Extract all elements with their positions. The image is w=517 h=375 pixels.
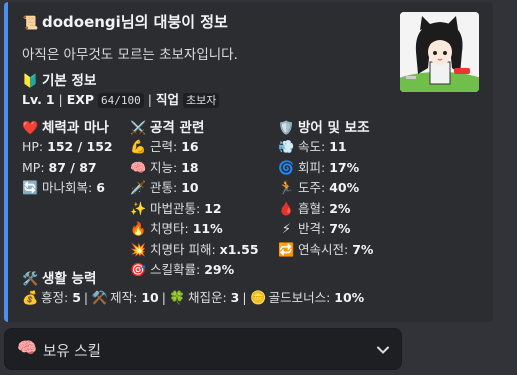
mp-line: MP: 87 / 87 bbox=[22, 159, 97, 175]
stat-value: x1.55 bbox=[219, 241, 259, 257]
stat-row: ✨ 마법관통: 12 bbox=[130, 199, 259, 220]
hammer-pick-icon: ⚒️ bbox=[91, 291, 108, 306]
field-attack-title: ⚔️ 공격 관련 bbox=[130, 120, 205, 136]
stat-label: 관통: bbox=[150, 180, 178, 195]
field-basic-title: 🔰 기본 정보 bbox=[22, 73, 97, 89]
stat-label: 치명타: bbox=[150, 221, 189, 236]
life-skill-line: 💰 흥정: 5 | ⚒️ 제작: 10 | 🍀 채집운: 3 | 🪙 골드보너스: 10% bbox=[22, 288, 370, 309]
skill-select-placeholder: 보유 스킬 bbox=[43, 344, 101, 360]
stat-value: 11% bbox=[192, 221, 223, 236]
separator: | bbox=[242, 290, 247, 305]
stat-label: 마법관통: bbox=[150, 200, 201, 216]
defense-stat-list: 💨 속도: 11 🌀 회피: 17% 🏃 도주: 40% 🩸 흡혈: 2% ⚡ 반격: 7% 🔁 연속… bbox=[278, 137, 373, 260]
field-defense-title: 🛡️ 방어 및 보조 bbox=[278, 120, 370, 136]
job-value: 초보자 bbox=[182, 93, 220, 108]
life-field: 🛠️ 생활 능력 💰 흥정: 5 | ⚒️ 제작: 10 | 🍀 채집운: 3 | 🪙 골드보너스: … bbox=[22, 267, 370, 309]
field-hp-title: ❤️ 체력과 마나 bbox=[22, 120, 109, 136]
life-skill-value: 10% bbox=[334, 290, 365, 305]
attack-field: ⚔️ 공격 관련 💪 근력: 16 🧠 지능: 18 🗡️ 관통: 10 ✨ 마법관통: 12 🔥… bbox=[130, 116, 259, 281]
stat-row: 🧠 지능: 18 bbox=[130, 158, 259, 179]
stat-value: 11 bbox=[329, 139, 347, 154]
life-skill-label: 제작: bbox=[110, 290, 138, 305]
stat-row: ⚡ 반격: 7% bbox=[278, 219, 373, 240]
chevron-down-icon[interactable] bbox=[375, 342, 391, 358]
stat-label: 회피: bbox=[298, 159, 326, 175]
coin-icon: 🪙 bbox=[249, 291, 267, 306]
mana-regen-line: 🔄 마나회복: 6 bbox=[22, 178, 113, 199]
stat-row: 💪 근력: 16 bbox=[130, 137, 259, 158]
stat-value: 12 bbox=[204, 200, 222, 216]
shield-icon: 🛡️ bbox=[278, 121, 295, 136]
stat-value: 7% bbox=[352, 241, 374, 257]
fire-icon: 🔥 bbox=[130, 222, 147, 237]
life-skill-value: 3 bbox=[230, 290, 240, 305]
attack-stat-list: 💪 근력: 16 🧠 지능: 18 🗡️ 관통: 10 ✨ 마법관통: 12 🔥 치명타: 11%… bbox=[130, 137, 259, 281]
stat-value: 17% bbox=[329, 159, 360, 175]
stat-row: 🔥 치명타: 11% bbox=[130, 219, 259, 240]
cyclone-icon: 🌀 bbox=[278, 160, 295, 176]
clover-icon: 🍀 bbox=[169, 291, 186, 306]
tools-icon: 🛠️ bbox=[22, 272, 39, 287]
life-skill-value: 10 bbox=[141, 290, 159, 305]
stat-value: 7% bbox=[329, 221, 351, 236]
stat-row: 🌀 회피: 17% bbox=[278, 158, 373, 179]
stat-row: 💨 속도: 11 bbox=[278, 137, 373, 158]
repeat-icon: 🔁 bbox=[278, 242, 295, 258]
stat-label: 속도: bbox=[298, 139, 326, 154]
basic-info-field: 🔰 기본 정보 Lv. 1 | EXP 64/100 | 직업 초보자 bbox=[22, 69, 220, 111]
separator: | bbox=[83, 290, 89, 305]
stat-label: 치명타 피해: bbox=[150, 241, 216, 257]
stat-label: 연속시전: bbox=[298, 241, 349, 257]
basic-info-line: Lv. 1 | EXP 64/100 | 직업 초보자 bbox=[22, 90, 220, 111]
defense-field: 🛡️ 방어 및 보조 💨 속도: 11 🌀 회피: 17% 🏃 도주: 40% 🩸 흡혈: 2%… bbox=[278, 116, 373, 260]
hp-line: HP: 152 / 152 bbox=[22, 139, 113, 154]
scroll-icon: 📜 bbox=[22, 16, 39, 31]
field-life-title: 🛠️ 생활 능력 bbox=[22, 271, 97, 287]
money-bag-icon: 💰 bbox=[22, 291, 39, 306]
hp-mp-field: ❤️ 체력과 마나 HP: 152 / 152 MP: 87 / 87 🔄 마나회복… bbox=[22, 116, 113, 199]
crossed-swords-icon: ⚔️ bbox=[130, 121, 147, 136]
skill-select-menu[interactable]: 🧠 보유 스킬 bbox=[4, 328, 402, 370]
refresh-icon: 🔄 bbox=[22, 181, 39, 196]
stat-value: 10 bbox=[181, 180, 199, 195]
exp-value: 64/100 bbox=[98, 93, 144, 108]
stat-value: 2% bbox=[329, 200, 351, 216]
stat-label: 흡혈: bbox=[298, 200, 326, 216]
heart-icon: ❤️ bbox=[22, 121, 39, 136]
dagger-icon: 🗡️ bbox=[130, 181, 147, 196]
muscle-icon: 💪 bbox=[130, 140, 147, 155]
avatar-image bbox=[400, 12, 479, 92]
life-skill-label: 흥정: bbox=[41, 290, 69, 305]
dash-icon: 💨 bbox=[278, 140, 295, 155]
stat-row: 💥 치명타 피해: x1.55 bbox=[130, 240, 259, 261]
stat-row: 🗡️ 관통: 10 bbox=[130, 178, 259, 199]
explosion-icon: 💥 bbox=[130, 242, 147, 258]
blood-drop-icon: 🩸 bbox=[278, 201, 295, 217]
stat-value: 40% bbox=[329, 180, 360, 195]
life-skill-label: 채집운: bbox=[187, 290, 227, 305]
stat-row: 🩸 흡혈: 2% bbox=[278, 199, 373, 220]
life-skill-value: 5 bbox=[72, 290, 81, 305]
stat-label: 근력: bbox=[150, 139, 178, 154]
embed-title: 📜 dodoengi님의 대붕이 정보 bbox=[22, 13, 228, 31]
stat-row: 🔁 연속시전: 7% bbox=[278, 240, 373, 261]
profile-embed: 📜 dodoengi님의 대붕이 정보 아직은 아무것도 모르는 초보자입니다. … bbox=[4, 2, 493, 322]
stat-value: 16 bbox=[181, 139, 199, 154]
life-skill-label: 골드보너스: bbox=[268, 290, 331, 305]
stat-label: 반격: bbox=[298, 221, 326, 236]
character-thumbnail bbox=[400, 12, 479, 92]
runner-icon: 🏃 bbox=[278, 181, 295, 196]
brain-icon: 🧠 bbox=[17, 338, 37, 357]
beginner-icon: 🔰 bbox=[22, 74, 39, 89]
stat-row: 🏃 도주: 40% bbox=[278, 178, 373, 199]
stat-value: 18 bbox=[181, 159, 199, 175]
embed-description: 아직은 아무것도 모르는 초보자입니다. bbox=[22, 47, 238, 63]
brain-icon: 🧠 bbox=[130, 160, 147, 176]
lightning-icon: ⚡ bbox=[281, 222, 292, 237]
stat-label: 지능: bbox=[150, 159, 178, 175]
separator: | bbox=[161, 290, 166, 305]
stat-label: 도주: bbox=[298, 180, 326, 195]
sparkles-icon: ✨ bbox=[130, 201, 147, 217]
